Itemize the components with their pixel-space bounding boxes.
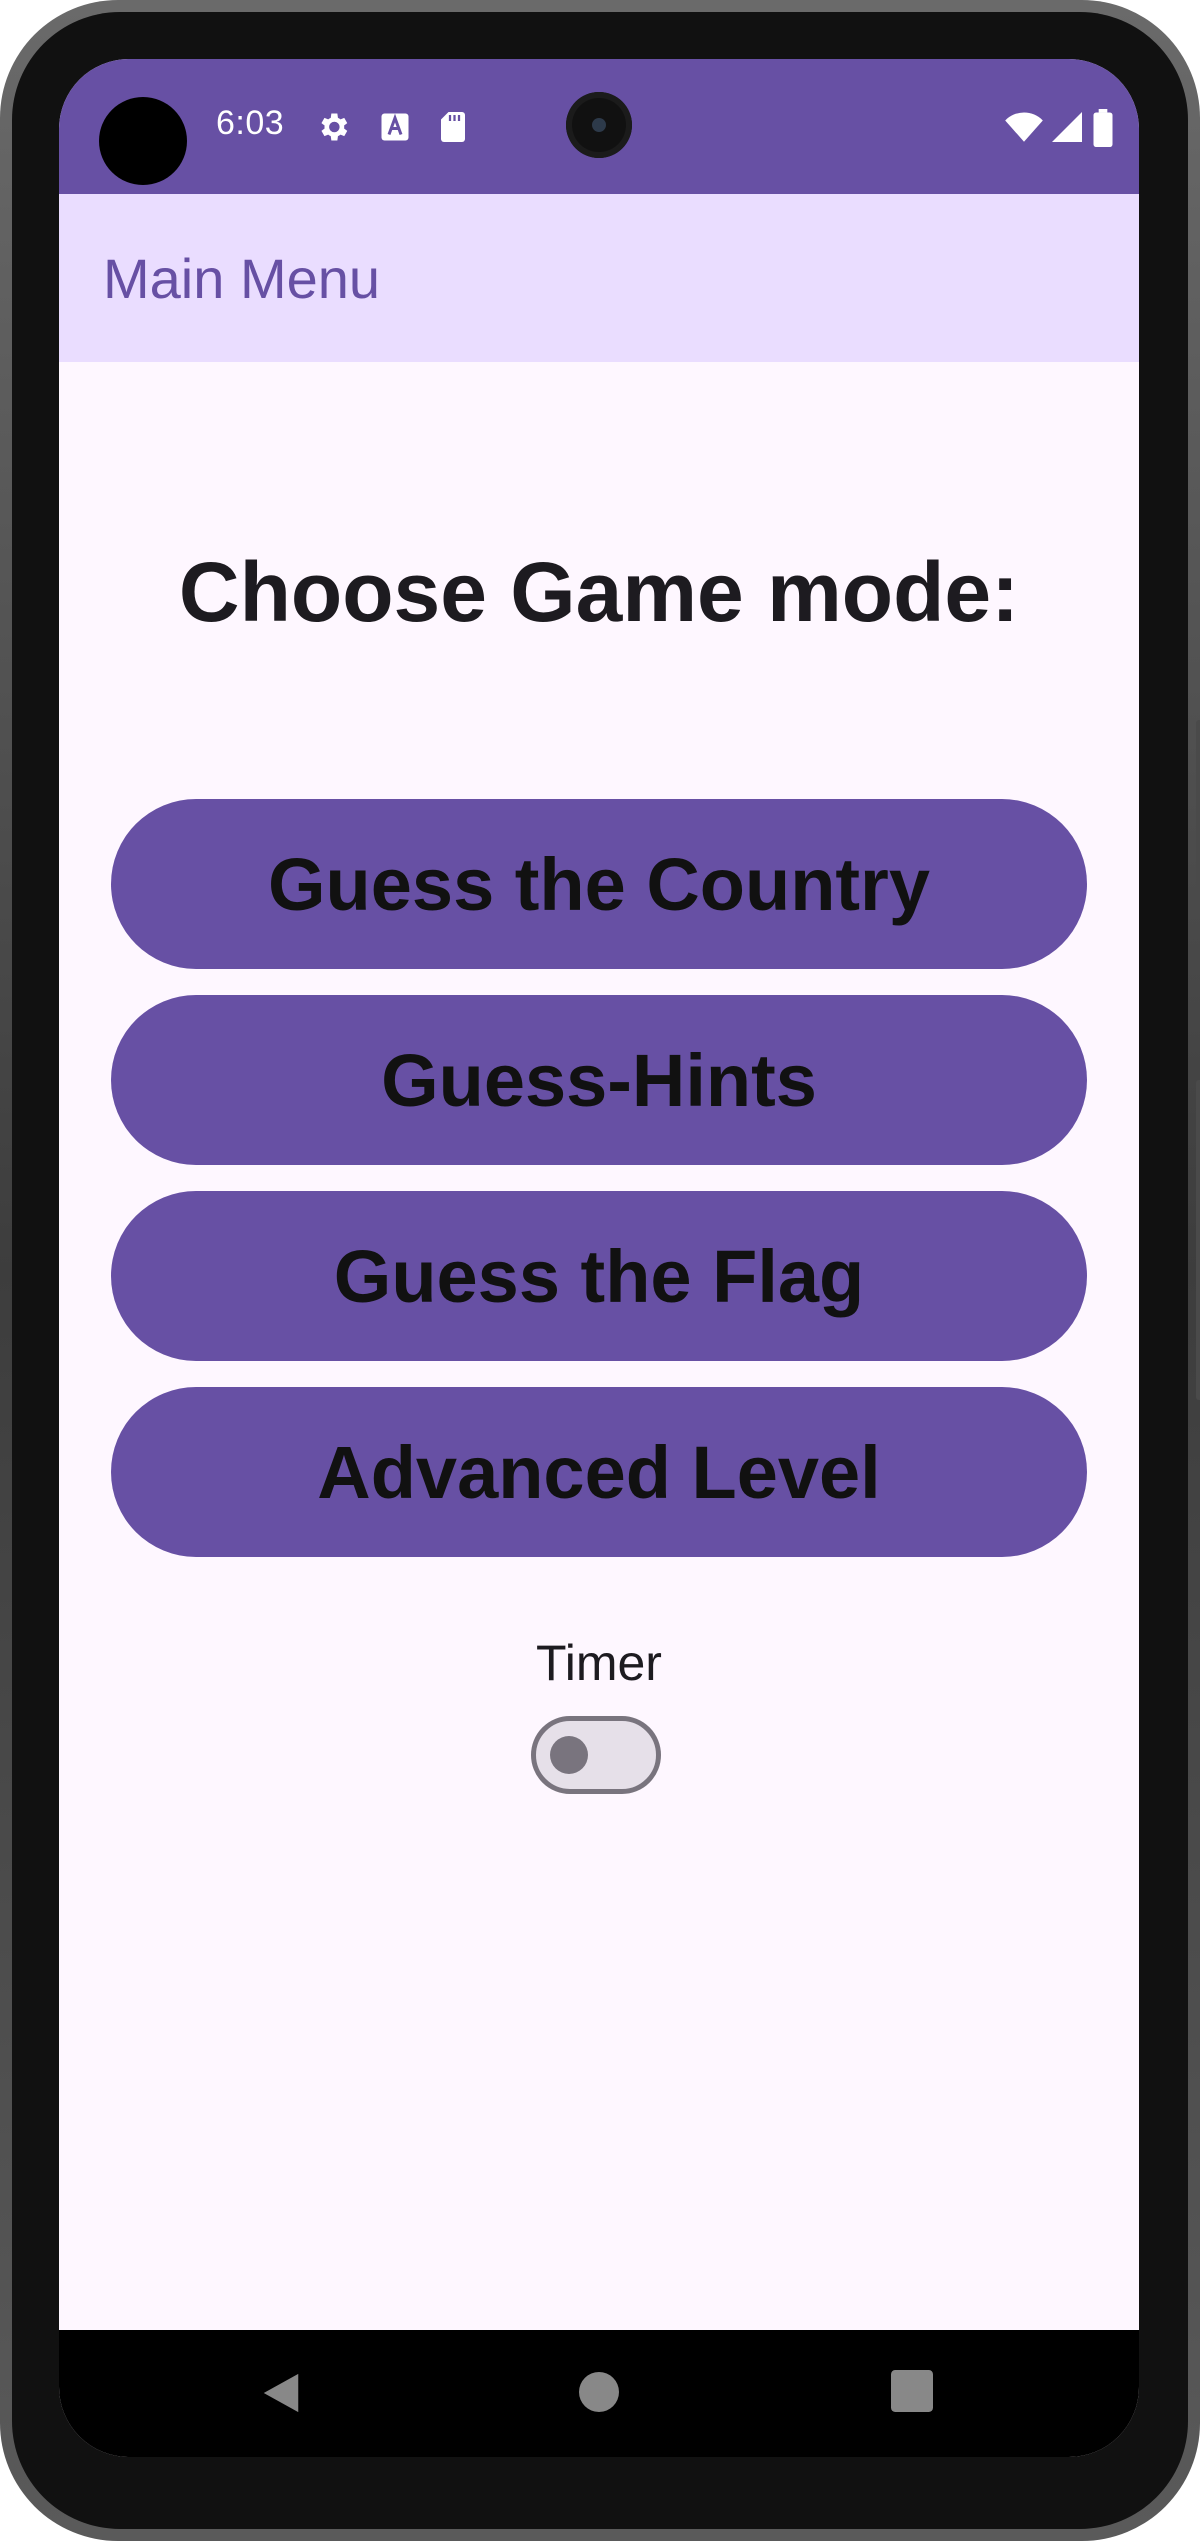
screen: 6:03 Main Menu Choose Game mode: Guess t… bbox=[59, 59, 1139, 2457]
a-text-icon bbox=[381, 113, 409, 141]
guess-country-button[interactable]: Guess the Country bbox=[111, 799, 1087, 969]
app-bar: Main Menu bbox=[59, 194, 1139, 362]
recents-icon[interactable] bbox=[891, 2370, 933, 2412]
device-frame: 6:03 Main Menu Choose Game mode: Guess t… bbox=[0, 0, 1200, 2541]
status-time: 6:03 bbox=[216, 104, 285, 142]
front-camera-icon bbox=[566, 92, 632, 158]
power-button bbox=[1196, 720, 1200, 910]
guess-hints-button[interactable]: Guess-Hints bbox=[111, 995, 1087, 1165]
timer-switch[interactable] bbox=[531, 1716, 661, 1794]
guess-flag-button[interactable]: Guess the Flag bbox=[111, 1191, 1087, 1361]
timer-label: Timer bbox=[536, 1635, 662, 1691]
cell-signal-icon bbox=[1052, 112, 1082, 142]
battery-icon bbox=[1093, 109, 1113, 147]
settings-gear-icon bbox=[321, 113, 348, 141]
wifi-icon bbox=[1005, 112, 1043, 142]
navigation-bar bbox=[59, 2330, 1139, 2457]
app-title: Main Menu bbox=[103, 247, 381, 310]
volume-button bbox=[1196, 1080, 1200, 1400]
page-heading: Choose Game mode: bbox=[178, 545, 1020, 639]
advanced-level-button[interactable]: Advanced Level bbox=[111, 1387, 1087, 1557]
status-bar: 6:03 bbox=[59, 59, 1139, 194]
back-icon[interactable] bbox=[259, 2370, 303, 2416]
timer-switch-thumb bbox=[550, 1736, 588, 1774]
sd-card-icon bbox=[441, 112, 465, 142]
camera-cutout bbox=[99, 97, 187, 185]
home-icon[interactable] bbox=[577, 2370, 621, 2414]
